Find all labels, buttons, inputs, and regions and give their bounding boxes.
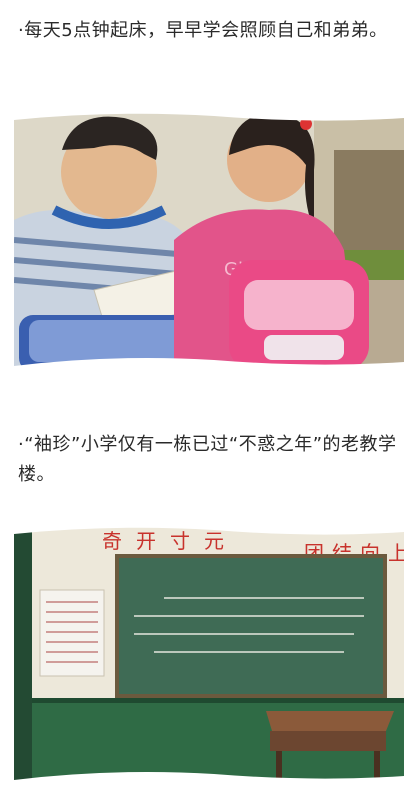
photo-children-with-backpacks: Girl (14, 110, 404, 372)
photo-old-classroom: 奇开寸元 团结向上 (14, 526, 404, 784)
notice-paper (39, 589, 105, 677)
children-photo-illustration: Girl (14, 110, 404, 372)
blackboard (115, 554, 387, 698)
caption-first: ·每天5点钟起床，早早学会照顾自己和弟弟。 (18, 20, 388, 41)
caption-second: ·“袖珍”小学仅有一栋已过“不惑之年”的老教学楼。 (18, 434, 397, 485)
slogan-left: 奇开寸元 (102, 529, 238, 553)
classroom-photo-illustration: 奇开寸元 团结向上 (14, 526, 404, 784)
